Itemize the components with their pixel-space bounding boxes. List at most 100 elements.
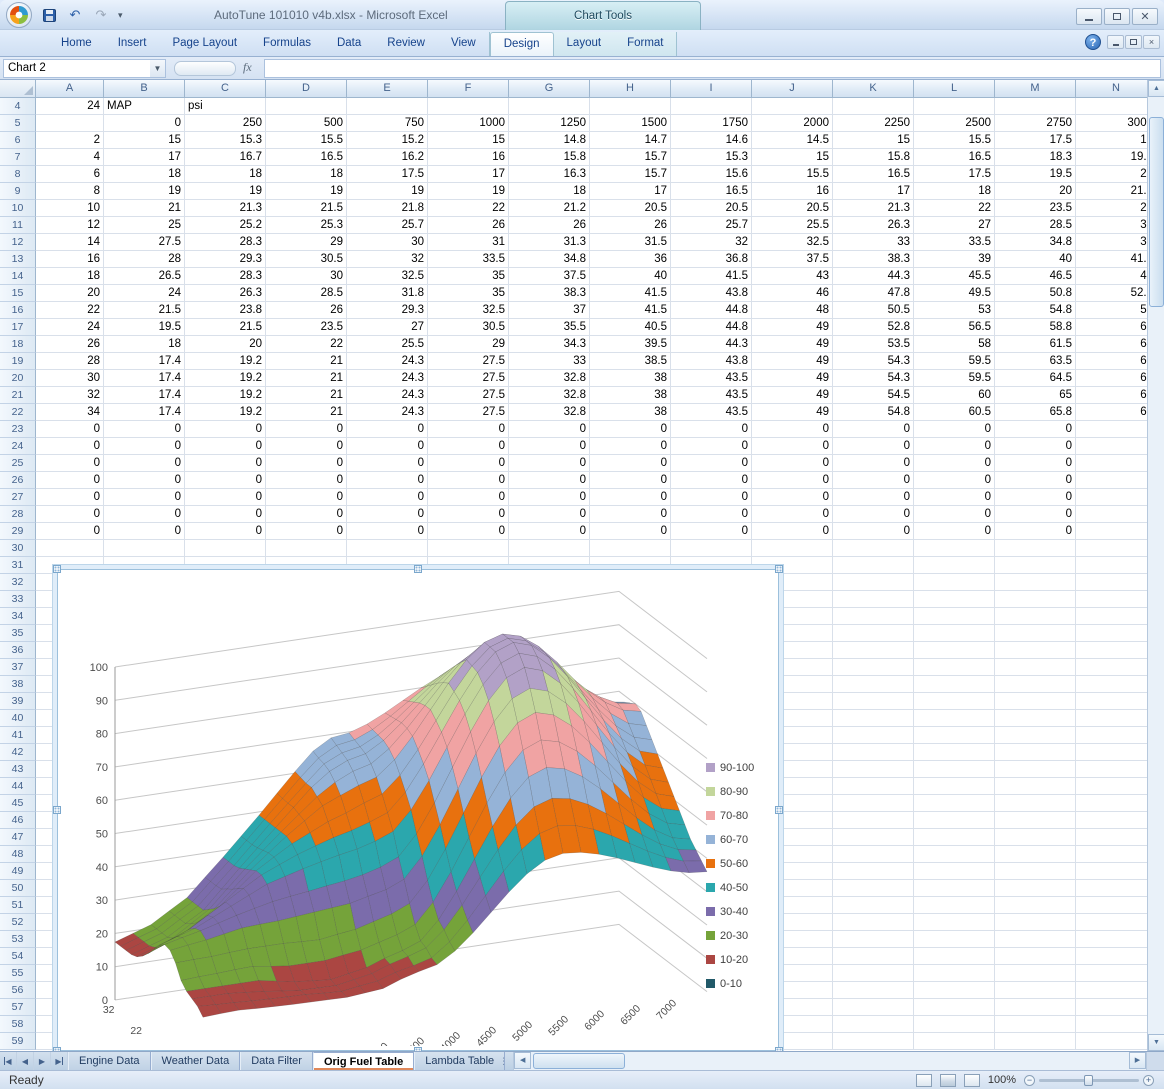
cell-H29[interactable]: 0 <box>590 523 671 540</box>
cell-G22[interactable]: 32.8 <box>509 404 590 421</box>
cell-N5[interactable]: 3000 <box>1076 115 1147 132</box>
cell-C20[interactable]: 19.2 <box>185 370 266 387</box>
cell-G24[interactable]: 0 <box>509 438 590 455</box>
cell-M13[interactable]: 40 <box>995 251 1076 268</box>
cell-L52[interactable] <box>914 914 995 931</box>
row-header-28[interactable]: 28 <box>0 506 36 523</box>
column-header-B[interactable]: B <box>104 80 185 98</box>
maximize-button[interactable] <box>1104 8 1130 25</box>
cell-L58[interactable] <box>914 1016 995 1033</box>
scroll-down-button[interactable]: ▼ <box>1148 1034 1164 1051</box>
cell-M15[interactable]: 50.8 <box>995 285 1076 302</box>
cell-F9[interactable]: 19 <box>428 183 509 200</box>
cell-H9[interactable]: 17 <box>590 183 671 200</box>
qat-customize-chevron-icon[interactable]: ▾ <box>118 10 123 21</box>
cell-L42[interactable] <box>914 744 995 761</box>
next-sheet-button[interactable]: ▶ <box>34 1052 51 1070</box>
cell-M44[interactable] <box>995 778 1076 795</box>
cell-I17[interactable]: 44.8 <box>671 319 752 336</box>
cell-N18[interactable]: 64 <box>1076 336 1147 353</box>
cell-B27[interactable]: 0 <box>104 489 185 506</box>
cell-L7[interactable]: 16.5 <box>914 149 995 166</box>
row-header-29[interactable]: 29 <box>0 523 36 540</box>
cell-H4[interactable] <box>590 98 671 115</box>
row-header-21[interactable]: 21 <box>0 387 36 404</box>
cell-N16[interactable]: 57 <box>1076 302 1147 319</box>
vertical-scroll-thumb[interactable] <box>1149 117 1164 307</box>
cell-L57[interactable] <box>914 999 995 1016</box>
first-sheet-button[interactable]: ◀ <box>0 1052 17 1070</box>
cell-L49[interactable] <box>914 863 995 880</box>
cell-N46[interactable] <box>1076 812 1147 829</box>
cell-H12[interactable]: 31.5 <box>590 234 671 251</box>
cell-G6[interactable]: 14.8 <box>509 132 590 149</box>
row-header-38[interactable]: 38 <box>0 676 36 693</box>
cell-G28[interactable]: 0 <box>509 506 590 523</box>
cell-B20[interactable]: 17.4 <box>104 370 185 387</box>
cell-K39[interactable] <box>833 693 914 710</box>
cell-A10[interactable]: 10 <box>36 200 104 217</box>
cell-L4[interactable] <box>914 98 995 115</box>
cell-E7[interactable]: 16.2 <box>347 149 428 166</box>
cell-M7[interactable]: 18.3 <box>995 149 1076 166</box>
formula-bar-buttons[interactable] <box>174 61 236 76</box>
cell-F23[interactable]: 0 <box>428 421 509 438</box>
cell-C23[interactable]: 0 <box>185 421 266 438</box>
cell-N47[interactable] <box>1076 829 1147 846</box>
cell-N27[interactable]: 0 <box>1076 489 1147 506</box>
cell-K17[interactable]: 52.8 <box>833 319 914 336</box>
row-header-47[interactable]: 47 <box>0 829 36 846</box>
cell-A13[interactable]: 16 <box>36 251 104 268</box>
cell-N54[interactable] <box>1076 948 1147 965</box>
cell-I29[interactable]: 0 <box>671 523 752 540</box>
cell-M48[interactable] <box>995 846 1076 863</box>
row-header-42[interactable]: 42 <box>0 744 36 761</box>
cell-I10[interactable]: 20.5 <box>671 200 752 217</box>
cell-E17[interactable]: 27 <box>347 319 428 336</box>
cell-L29[interactable]: 0 <box>914 523 995 540</box>
cell-N35[interactable] <box>1076 625 1147 642</box>
cell-D19[interactable]: 21 <box>266 353 347 370</box>
cell-F26[interactable]: 0 <box>428 472 509 489</box>
cell-K13[interactable]: 38.3 <box>833 251 914 268</box>
cell-G10[interactable]: 21.2 <box>509 200 590 217</box>
cell-H18[interactable]: 39.5 <box>590 336 671 353</box>
formula-input[interactable] <box>264 59 1161 78</box>
cell-I11[interactable]: 25.7 <box>671 217 752 234</box>
cell-K29[interactable]: 0 <box>833 523 914 540</box>
cell-I28[interactable]: 0 <box>671 506 752 523</box>
cell-K51[interactable] <box>833 897 914 914</box>
cell-I22[interactable]: 43.5 <box>671 404 752 421</box>
cell-G4[interactable] <box>509 98 590 115</box>
cell-N34[interactable] <box>1076 608 1147 625</box>
cell-J13[interactable]: 37.5 <box>752 251 833 268</box>
row-header-34[interactable]: 34 <box>0 608 36 625</box>
row-header-40[interactable]: 40 <box>0 710 36 727</box>
row-header-37[interactable]: 37 <box>0 659 36 676</box>
cell-M46[interactable] <box>995 812 1076 829</box>
cell-C27[interactable]: 0 <box>185 489 266 506</box>
cell-E30[interactable] <box>347 540 428 557</box>
cell-C29[interactable]: 0 <box>185 523 266 540</box>
cell-B24[interactable]: 0 <box>104 438 185 455</box>
cell-L59[interactable] <box>914 1033 995 1050</box>
cell-N36[interactable] <box>1076 642 1147 659</box>
zoom-slider-thumb[interactable] <box>1084 1075 1093 1086</box>
ribbon-tab-design[interactable]: Design <box>490 32 554 56</box>
cell-B13[interactable]: 28 <box>104 251 185 268</box>
cell-F24[interactable]: 0 <box>428 438 509 455</box>
cell-L14[interactable]: 45.5 <box>914 268 995 285</box>
cell-M23[interactable]: 0 <box>995 421 1076 438</box>
cell-C9[interactable]: 19 <box>185 183 266 200</box>
cell-M54[interactable] <box>995 948 1076 965</box>
ribbon-tab-insert[interactable]: Insert <box>105 32 160 56</box>
cell-M45[interactable] <box>995 795 1076 812</box>
cell-B18[interactable]: 18 <box>104 336 185 353</box>
cell-J23[interactable]: 0 <box>752 421 833 438</box>
cell-C25[interactable]: 0 <box>185 455 266 472</box>
cell-I23[interactable]: 0 <box>671 421 752 438</box>
cell-I6[interactable]: 14.6 <box>671 132 752 149</box>
cell-M50[interactable] <box>995 880 1076 897</box>
horizontal-scroll-thumb[interactable] <box>533 1053 625 1069</box>
cell-B23[interactable]: 0 <box>104 421 185 438</box>
